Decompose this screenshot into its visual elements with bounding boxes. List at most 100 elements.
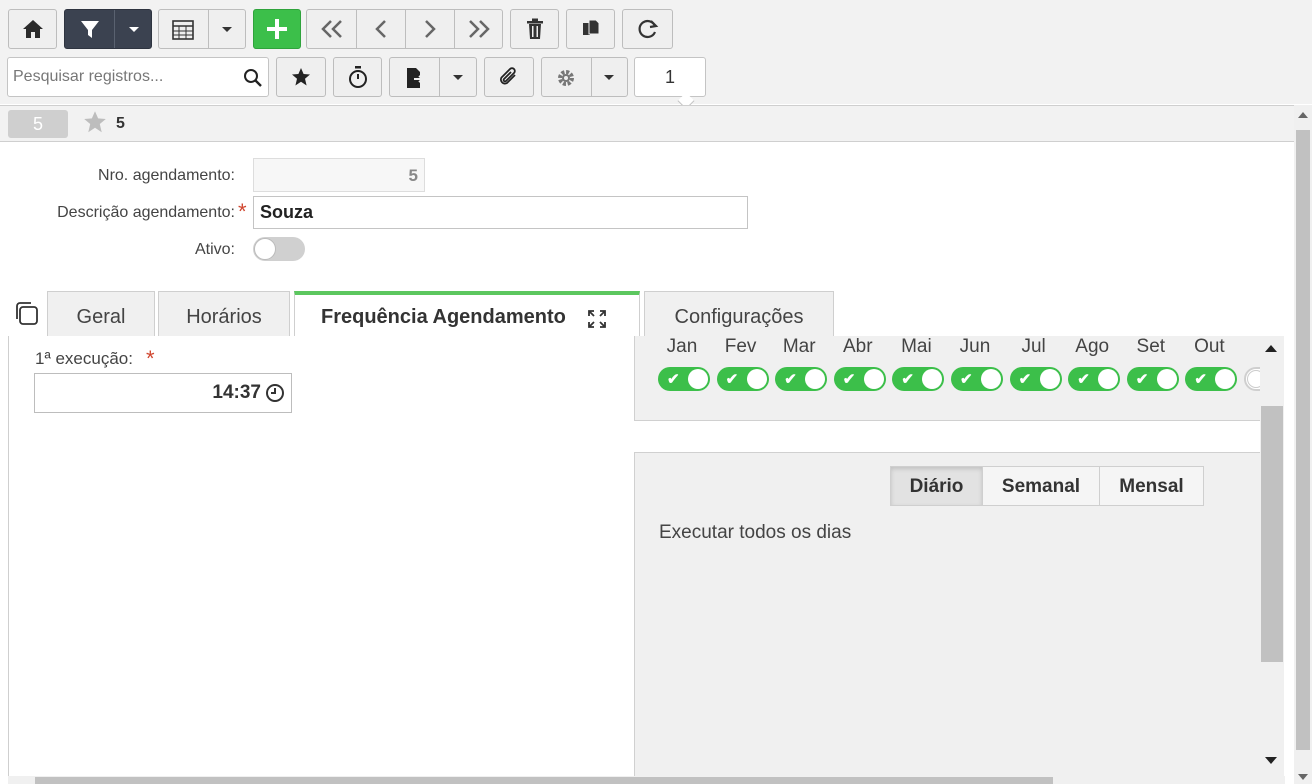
first-record-button[interactable] [307, 10, 356, 48]
favorite-count: 5 [116, 115, 125, 132]
inner-scrollbar-thumb[interactable] [1261, 406, 1283, 662]
delete-button[interactable] [510, 9, 559, 49]
refresh-icon [638, 19, 658, 39]
double-chevron-left-icon [320, 20, 342, 38]
search-icon[interactable] [243, 68, 263, 88]
toggle-knob [922, 369, 943, 389]
frequency-option-semanal[interactable]: Semanal [982, 466, 1100, 506]
horizontal-scrollbar-thumb[interactable] [35, 777, 1053, 784]
toolbar: 1 [0, 0, 1312, 110]
month-label: Ago [1075, 336, 1110, 357]
outer-scroll-down-arrow-icon[interactable] [1298, 774, 1308, 780]
export-dropdown-icon[interactable] [453, 75, 463, 80]
copy-record-button[interactable] [566, 9, 615, 49]
month-label: Jan [666, 336, 698, 357]
settings-dropdown-icon[interactable] [604, 75, 614, 80]
outer-scroll-up-arrow-icon[interactable] [1298, 112, 1308, 118]
check-icon: ✔ [1194, 371, 1207, 388]
paperclip-icon [500, 67, 516, 85]
month-label: Fev [724, 336, 757, 357]
month-toggle[interactable]: ✔ [951, 367, 1003, 391]
navigation-group [306, 9, 503, 49]
months-panel: Jan ✔ Fev ✔ Mar ✔ Abr ✔ Mai ✔ Jun ✔ Jul ✔ Ago ✔ Set ✔ Out ✔… [634, 336, 1274, 421]
toggle-knob [746, 369, 767, 389]
ativo-toggle[interactable] [253, 237, 305, 261]
previous-record-button[interactable] [357, 10, 405, 48]
toggle-knob [981, 369, 1001, 389]
home-button[interactable] [8, 9, 57, 49]
clock-icon[interactable] [265, 383, 285, 403]
attachments-button[interactable] [484, 57, 534, 97]
scroll-down-arrow-icon[interactable] [1265, 757, 1277, 764]
month-toggle[interactable]: ✔ [658, 367, 710, 391]
export-button[interactable] [389, 57, 477, 97]
settings-button[interactable] [541, 57, 628, 97]
month-label: Jul [1021, 336, 1046, 357]
month-toggle[interactable]: ✔ [1009, 367, 1062, 391]
toggle-knob [1098, 369, 1119, 389]
favorite-star-icon[interactable] [82, 110, 108, 134]
ativo-label: Ativo: [194, 241, 235, 258]
tab-horarios[interactable]: Horários [158, 291, 290, 336]
primeira-execucao-text: 1ª execução: [35, 349, 133, 368]
next-record-button[interactable] [406, 10, 454, 48]
record-id-badge: 5 [8, 110, 68, 138]
month-toggle[interactable]: ✔ [1126, 367, 1179, 391]
timer-button[interactable] [333, 57, 382, 97]
descricao-agendamento-label: Descrição agendamento: [57, 204, 235, 221]
frequency-option-mensal[interactable]: Mensal [1099, 466, 1204, 506]
nro-agendamento-label: Nro. agendamento: [98, 167, 235, 184]
grid-view-dropdown-icon[interactable] [222, 27, 232, 32]
stopwatch-icon [348, 66, 367, 88]
chevron-right-icon [425, 20, 436, 38]
month-toggle[interactable]: ✔ [1185, 367, 1238, 391]
scroll-up-arrow-icon[interactable] [1265, 345, 1277, 352]
month-label: Jun [959, 336, 991, 357]
check-icon: ✔ [725, 371, 739, 388]
month-toggle[interactable]: ✔ [775, 367, 828, 391]
check-icon: ✔ [842, 371, 856, 388]
month-toggle[interactable]: ✔ [716, 367, 769, 391]
required-marker: * [238, 199, 247, 224]
filter-button[interactable] [64, 9, 152, 49]
required-marker: * [146, 346, 155, 371]
expand-icon[interactable] [587, 309, 607, 329]
toggle-knob [1039, 369, 1060, 389]
star-icon [292, 68, 310, 86]
filter-dropdown-icon[interactable] [129, 27, 139, 32]
refresh-button[interactable] [622, 9, 673, 49]
month-toggle[interactable]: ✔ [833, 367, 886, 391]
grid-view-button[interactable] [158, 9, 246, 49]
tab-frequencia-agendamento[interactable]: Frequência Agendamento [294, 291, 640, 337]
month-label: Set [1136, 336, 1166, 357]
search-box [7, 57, 269, 97]
add-record-button[interactable] [253, 9, 301, 49]
double-chevron-right-icon [469, 20, 490, 38]
copy-icon [582, 19, 599, 35]
frequency-option-diario[interactable]: Diário [890, 466, 983, 506]
descricao-agendamento-input[interactable]: Souza [253, 196, 748, 229]
last-record-button[interactable] [455, 10, 503, 48]
check-icon: ✔ [960, 371, 973, 388]
outer-scrollbar-thumb[interactable] [1296, 130, 1310, 750]
primeira-execucao-label: 1ª execução: [35, 349, 133, 369]
toggle-knob [1156, 369, 1177, 389]
nro-agendamento-field: 5 [253, 158, 425, 192]
tab-geral[interactable]: Geral [47, 291, 155, 336]
check-icon: ✔ [1077, 371, 1090, 388]
tabs-copy-icon[interactable] [14, 301, 39, 326]
tab-configuracoes[interactable]: Configurações [644, 291, 834, 336]
gear-icon [558, 70, 574, 86]
search-input[interactable] [13, 66, 233, 88]
check-icon: ✔ [1135, 371, 1149, 388]
page-number[interactable]: 1 [634, 57, 706, 97]
tab-frequencia-label: Frequência Agendamento [321, 306, 566, 328]
month-toggle[interactable]: ✔ [892, 367, 945, 391]
record-strip [0, 105, 1312, 142]
favorites-button[interactable] [276, 57, 326, 97]
toggle-knob [254, 238, 276, 260]
table-icon [172, 20, 194, 40]
month-toggle[interactable]: ✔ [1068, 367, 1121, 391]
check-icon: ✔ [667, 371, 680, 388]
primeira-execucao-time-input[interactable]: 14:37 [34, 373, 292, 413]
